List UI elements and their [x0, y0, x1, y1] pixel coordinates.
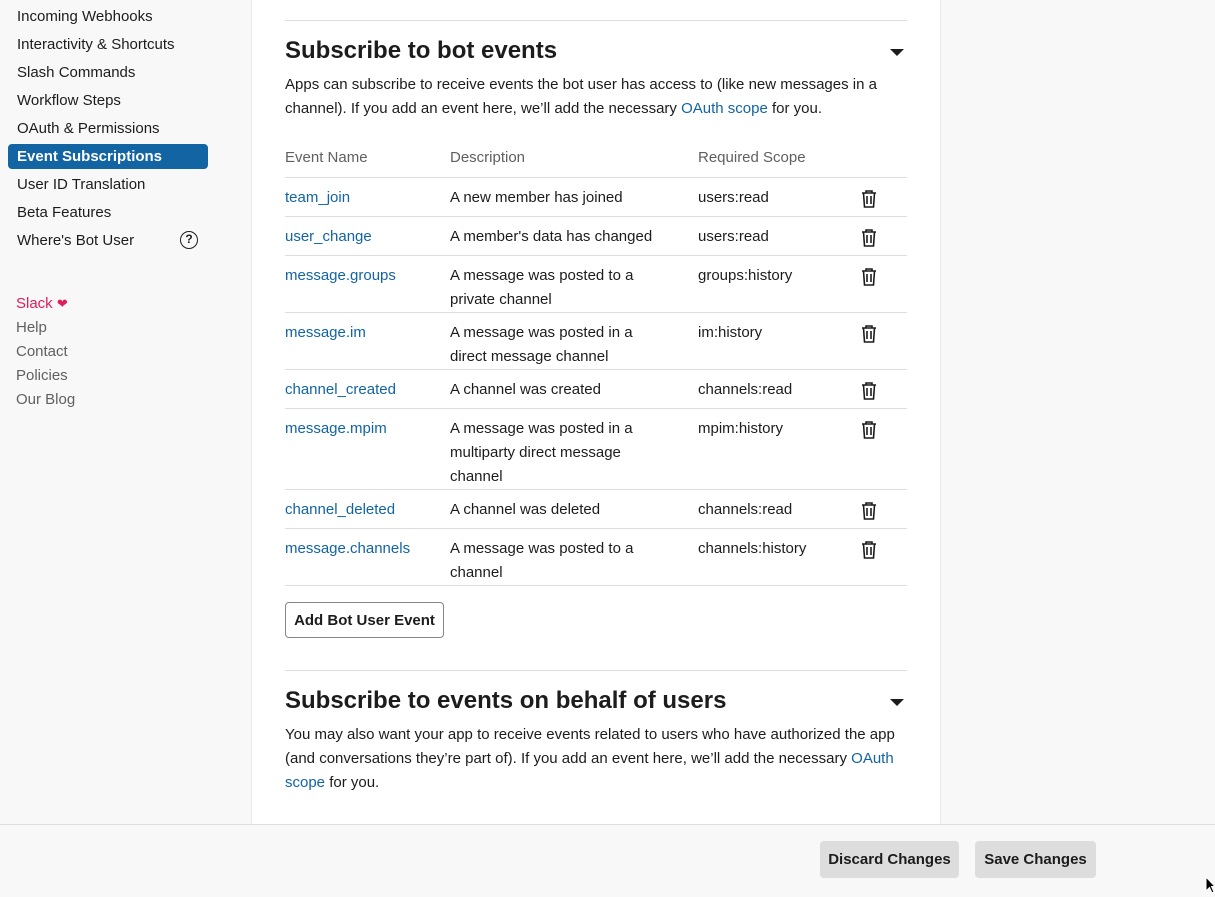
- discard-changes-button[interactable]: Discard Changes: [820, 841, 959, 878]
- footer-link-slack[interactable]: Slack ❤: [16, 295, 68, 312]
- event-description: A new member has joined: [450, 189, 623, 206]
- table-divider: [285, 369, 907, 370]
- footer-link-slack-label: Slack: [16, 295, 53, 312]
- add-bot-user-event-button[interactable]: Add Bot User Event: [285, 602, 444, 638]
- footer-action-bar: Discard Changes Save Changes: [0, 824, 1215, 897]
- sidebar-item-event-subscriptions[interactable]: Event Subscriptions: [8, 144, 208, 169]
- event-name-link[interactable]: message.channels: [285, 537, 410, 561]
- event-description: A channel was created: [450, 381, 601, 398]
- trash-icon[interactable]: [860, 501, 878, 521]
- table-divider: [285, 585, 907, 586]
- trash-icon[interactable]: [860, 540, 878, 560]
- sidebar-item-user-id-translation[interactable]: User ID Translation: [8, 172, 208, 197]
- bot-events-desc-suffix: for you.: [767, 100, 823, 117]
- main-content: Subscribe to bot events Apps can subscri…: [251, 0, 941, 824]
- table-divider: [285, 528, 907, 529]
- event-name-link[interactable]: team_join: [285, 186, 350, 210]
- footer-link-contact[interactable]: Contact: [16, 343, 68, 360]
- sidebar-item-oauth-permissions[interactable]: OAuth & Permissions: [8, 116, 208, 141]
- trash-icon[interactable]: [860, 420, 878, 440]
- event-name-link[interactable]: channel_deleted: [285, 498, 395, 522]
- column-header-description: Description: [450, 149, 526, 166]
- event-scope: groups:history: [698, 267, 793, 284]
- event-scope: mpim:history: [698, 420, 784, 437]
- oauth-scope-link[interactable]: OAuth scope: [681, 100, 768, 117]
- event-description: A member's data has changed: [450, 228, 653, 245]
- caret-down-icon[interactable]: [890, 699, 904, 706]
- table-divider: [285, 216, 907, 217]
- trash-icon[interactable]: [860, 189, 878, 209]
- sidebar-item-incoming-webhooks[interactable]: Incoming Webhooks: [8, 4, 208, 29]
- event-scope: channels:read: [698, 501, 793, 518]
- caret-down-icon[interactable]: [890, 49, 904, 56]
- column-header-required-scope: Required Scope: [698, 149, 806, 166]
- footer-link-help[interactable]: Help: [16, 319, 47, 336]
- mouse-cursor-icon: [1205, 876, 1215, 894]
- sidebar-item-beta-features[interactable]: Beta Features: [8, 200, 208, 225]
- user-events-title: Subscribe to events on behalf of users: [285, 687, 727, 714]
- table-divider: [285, 255, 907, 256]
- footer-link-our-blog[interactable]: Our Blog: [16, 391, 75, 408]
- user-events-desc-text: You may also want your app to receive ev…: [285, 726, 895, 767]
- event-name-link[interactable]: message.im: [285, 321, 366, 345]
- event-scope: users:read: [698, 228, 769, 245]
- section-divider: [285, 670, 907, 671]
- sidebar-item-interactivity-shortcuts[interactable]: Interactivity & Shortcuts: [8, 32, 208, 57]
- sidebar: Incoming Webhooks Interactivity & Shortc…: [0, 0, 251, 824]
- event-name-link[interactable]: message.mpim: [285, 417, 387, 441]
- heart-icon: ❤: [56, 296, 68, 311]
- event-scope: channels:read: [698, 381, 793, 398]
- event-scope: im:history: [698, 324, 763, 341]
- footer-link-policies[interactable]: Policies: [16, 367, 68, 384]
- event-description: A message was posted in a direct message…: [450, 324, 633, 365]
- bot-events-description: Apps can subscribe to receive events the…: [285, 73, 910, 121]
- trash-icon[interactable]: [860, 381, 878, 401]
- table-divider: [285, 489, 907, 490]
- event-description: A channel was deleted: [450, 501, 601, 518]
- user-events-desc-suffix: for you.: [325, 774, 380, 791]
- event-name-link[interactable]: message.groups: [285, 264, 396, 288]
- event-scope: users:read: [698, 189, 769, 206]
- trash-icon[interactable]: [860, 267, 878, 287]
- trash-icon[interactable]: [860, 228, 878, 248]
- table-divider: [285, 312, 907, 313]
- sidebar-item-wheres-bot-user[interactable]: Where's Bot User: [8, 228, 208, 253]
- table-divider: [285, 408, 907, 409]
- event-scope: channels:history: [698, 540, 807, 557]
- event-name-link[interactable]: user_change: [285, 225, 372, 249]
- event-description: A message was posted to a private channe…: [450, 267, 634, 308]
- save-changes-button[interactable]: Save Changes: [975, 841, 1096, 878]
- event-description: A message was posted in a multiparty dir…: [450, 420, 633, 485]
- column-header-event-name: Event Name: [285, 149, 368, 166]
- user-events-description: You may also want your app to receive ev…: [285, 723, 915, 795]
- event-name-link[interactable]: channel_created: [285, 378, 396, 402]
- event-description: A message was posted to a channel: [450, 540, 634, 581]
- table-divider: [285, 177, 907, 178]
- bot-events-title: Subscribe to bot events: [285, 37, 558, 64]
- sidebar-item-workflow-steps[interactable]: Workflow Steps: [8, 88, 208, 113]
- sidebar-item-slash-commands[interactable]: Slash Commands: [8, 60, 208, 85]
- trash-icon[interactable]: [860, 324, 878, 344]
- section-divider: [285, 20, 907, 21]
- help-circle-icon[interactable]: ?: [180, 231, 198, 249]
